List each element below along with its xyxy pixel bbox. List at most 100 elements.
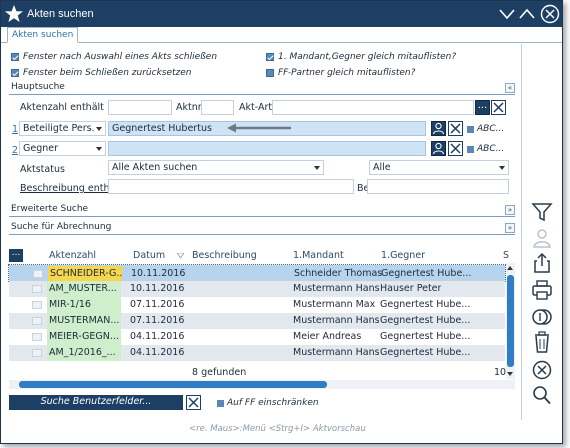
column-header-aktenzahl[interactable]: Aktenzahl: [49, 250, 96, 261]
beschreibung-label: Beschreibung enth.: [20, 183, 113, 194]
person-2-lookup-button[interactable]: [431, 141, 446, 156]
printer-icon[interactable]: [529, 279, 555, 301]
table-row[interactable]: MEIER-GEGN... 04.11.2016 Meier Andreas G…: [9, 329, 505, 345]
cell-aktenzahl: MIR-1/16: [47, 297, 121, 313]
person-1-clear-button[interactable]: [448, 121, 463, 136]
section-title: Erweiterte Suche: [11, 204, 89, 214]
person-2-name-input[interactable]: [108, 141, 426, 156]
close-icon[interactable]: [540, 4, 560, 24]
aktenzahl-label: Aktenzahl enthält: [20, 102, 104, 113]
aktart-input[interactable]: [272, 100, 474, 115]
person-2-type-select[interactable]: Gegner: [19, 141, 106, 156]
table-row[interactable]: MIR-1/16 07.11.2016 Mustermann Max Gegne…: [9, 297, 505, 313]
aktenzahl-input[interactable]: [108, 100, 172, 115]
beschreibung-input[interactable]: [108, 179, 354, 194]
scroll-thumb[interactable]: [507, 275, 514, 367]
column-header-gegner[interactable]: 1.Gegner: [381, 250, 425, 261]
option-label: Fenster nach Auswahl eines Akts schließe…: [23, 52, 218, 62]
section-suche-abrechnung[interactable]: Suche für Abrechnung »: [9, 222, 515, 235]
expand-toggle[interactable]: »: [505, 205, 515, 215]
cell-aktenzahl: AM_1/2016_...: [47, 345, 121, 361]
search-custom-fields-button[interactable]: Suche Benutzerfelder...: [9, 395, 183, 410]
checkbox[interactable]: [11, 69, 19, 77]
ff-restrict-toggle[interactable]: Auf FF einschränken: [217, 398, 319, 408]
person-1-abc-toggle[interactable]: ABC...: [467, 124, 504, 134]
checkbox[interactable]: [266, 69, 274, 77]
person-icon[interactable]: [529, 227, 555, 249]
cell-gegner: Gegnertest Hube...: [380, 331, 471, 342]
table-row[interactable]: MUSTERMAN... 07.11.2016 Mustermann Hans …: [9, 313, 505, 329]
option-label: Fenster beim Schließen zurücksetzen: [23, 68, 192, 78]
table-row[interactable]: SCHNEIDER-G... 10.11.2016 Schneider Thom…: [8, 264, 506, 282]
cell-aktenzahl: MEIER-GEGN...: [47, 329, 121, 345]
filter-icon[interactable]: [529, 201, 555, 223]
search-icon[interactable]: [529, 384, 555, 406]
cancel-circle-icon[interactable]: [529, 359, 555, 381]
export-icon[interactable]: [529, 252, 555, 274]
cell-datum: 04.11.2016: [130, 331, 185, 342]
vertical-scrollbar[interactable]: [506, 263, 515, 379]
aktart-label: Akt-Art: [239, 102, 273, 113]
cell-datum: 04.11.2016: [130, 347, 185, 358]
cell-gegner: Gegnertest Hube...: [380, 347, 471, 358]
row-marker: [32, 349, 42, 357]
x-icon: [450, 123, 461, 134]
option-close-after-select[interactable]: Fenster nach Auswahl eines Akts schließe…: [11, 52, 217, 62]
person-1-type-select[interactable]: Beteiligte Pers.: [19, 121, 106, 136]
option-label: FF-Partner gleich mitauflisten?: [278, 68, 416, 78]
tab-bar: Akten suchen: [1, 27, 562, 43]
checkbox[interactable]: [11, 53, 19, 61]
person-1-number: 1: [12, 124, 19, 135]
table-row[interactable]: AM_MUSTER... 10.11.2016 Mustermann Hans …: [9, 281, 505, 297]
x-icon: [188, 397, 199, 408]
aktstatus-filter-select[interactable]: Alle: [369, 160, 509, 175]
table-row[interactable]: AM_1/2016_... 04.11.2016 Mustermann Hans…: [9, 345, 505, 361]
person-2-abc-toggle[interactable]: ABC...: [467, 144, 504, 154]
person-2-clear-button[interactable]: [448, 141, 463, 156]
trash-icon[interactable]: [529, 331, 555, 353]
more-button[interactable]: ...: [475, 100, 490, 115]
cell-mandant: Schneider Thomas: [294, 268, 383, 279]
column-header-s[interactable]: S: [503, 250, 509, 261]
column-header-mandant[interactable]: 1.Mandant: [293, 250, 344, 261]
option-list-ff-partner[interactable]: FF-Partner gleich mitauflisten?: [266, 68, 415, 78]
tab-akten-suchen[interactable]: Akten suchen: [7, 27, 79, 43]
scroll-down-icon[interactable]: [507, 372, 513, 376]
person-2-number: 2: [12, 145, 19, 156]
column-chooser-button[interactable]: ...: [9, 249, 23, 262]
maximize-chevron-icon[interactable]: [518, 5, 536, 23]
scroll-thumb[interactable]: [19, 381, 327, 388]
option-list-mandant-gegner[interactable]: 1. Mandant,Gegner gleich mitauflisten?: [266, 52, 456, 62]
person-1-lookup-button[interactable]: [431, 121, 446, 136]
section-title: Suche für Abrechnung: [11, 222, 112, 232]
cell-aktenzahl: MUSTERMAN...: [47, 313, 121, 329]
select-value: Alle: [373, 162, 391, 173]
collapse-toggle[interactable]: «: [505, 83, 515, 93]
column-header-beschreibung[interactable]: Beschreibung: [192, 250, 257, 261]
minimize-chevron-icon[interactable]: [498, 5, 516, 23]
row-marker: [32, 301, 42, 309]
aktstatus-select[interactable]: Alle Akten suchen: [108, 160, 324, 175]
search-window: Akten suchen Akten suchen Fenster nach A…: [0, 0, 563, 444]
grid-header: ... Aktenzahl Datum Beschreibung 1.Manda…: [9, 247, 515, 263]
found-count: 8 gefunden: [192, 367, 247, 378]
betreff-input[interactable]: [367, 179, 509, 194]
shortcut-hint: <re. Maus>:Menü <Strg+I> Aktvorschau: [189, 424, 366, 434]
checkbox[interactable]: [266, 53, 274, 61]
cell-datum: 10.11.2016: [130, 283, 185, 294]
coins-icon[interactable]: [529, 306, 555, 328]
horizontal-scrollbar[interactable]: [9, 380, 515, 389]
section-erweiterte-suche[interactable]: Erweiterte Suche »: [9, 204, 515, 217]
aktnr-input[interactable]: [201, 100, 234, 115]
select-value: Gegner: [23, 143, 59, 154]
expand-toggle[interactable]: »: [505, 223, 515, 233]
clear-aktart-button[interactable]: [491, 100, 506, 115]
cell-gegner: Gegnertest Hube...: [381, 268, 472, 279]
option-reset-on-close[interactable]: Fenster beim Schließen zurücksetzen: [11, 68, 192, 78]
clear-custom-fields-button[interactable]: [186, 395, 201, 410]
action-sidebar: [521, 44, 561, 420]
section-hauptsuche: Hauptsuche «: [9, 82, 515, 95]
column-header-datum[interactable]: Datum: [133, 250, 165, 261]
scroll-up-icon[interactable]: [507, 266, 513, 270]
cell-aktenzahl: AM_MUSTER...: [47, 281, 121, 297]
